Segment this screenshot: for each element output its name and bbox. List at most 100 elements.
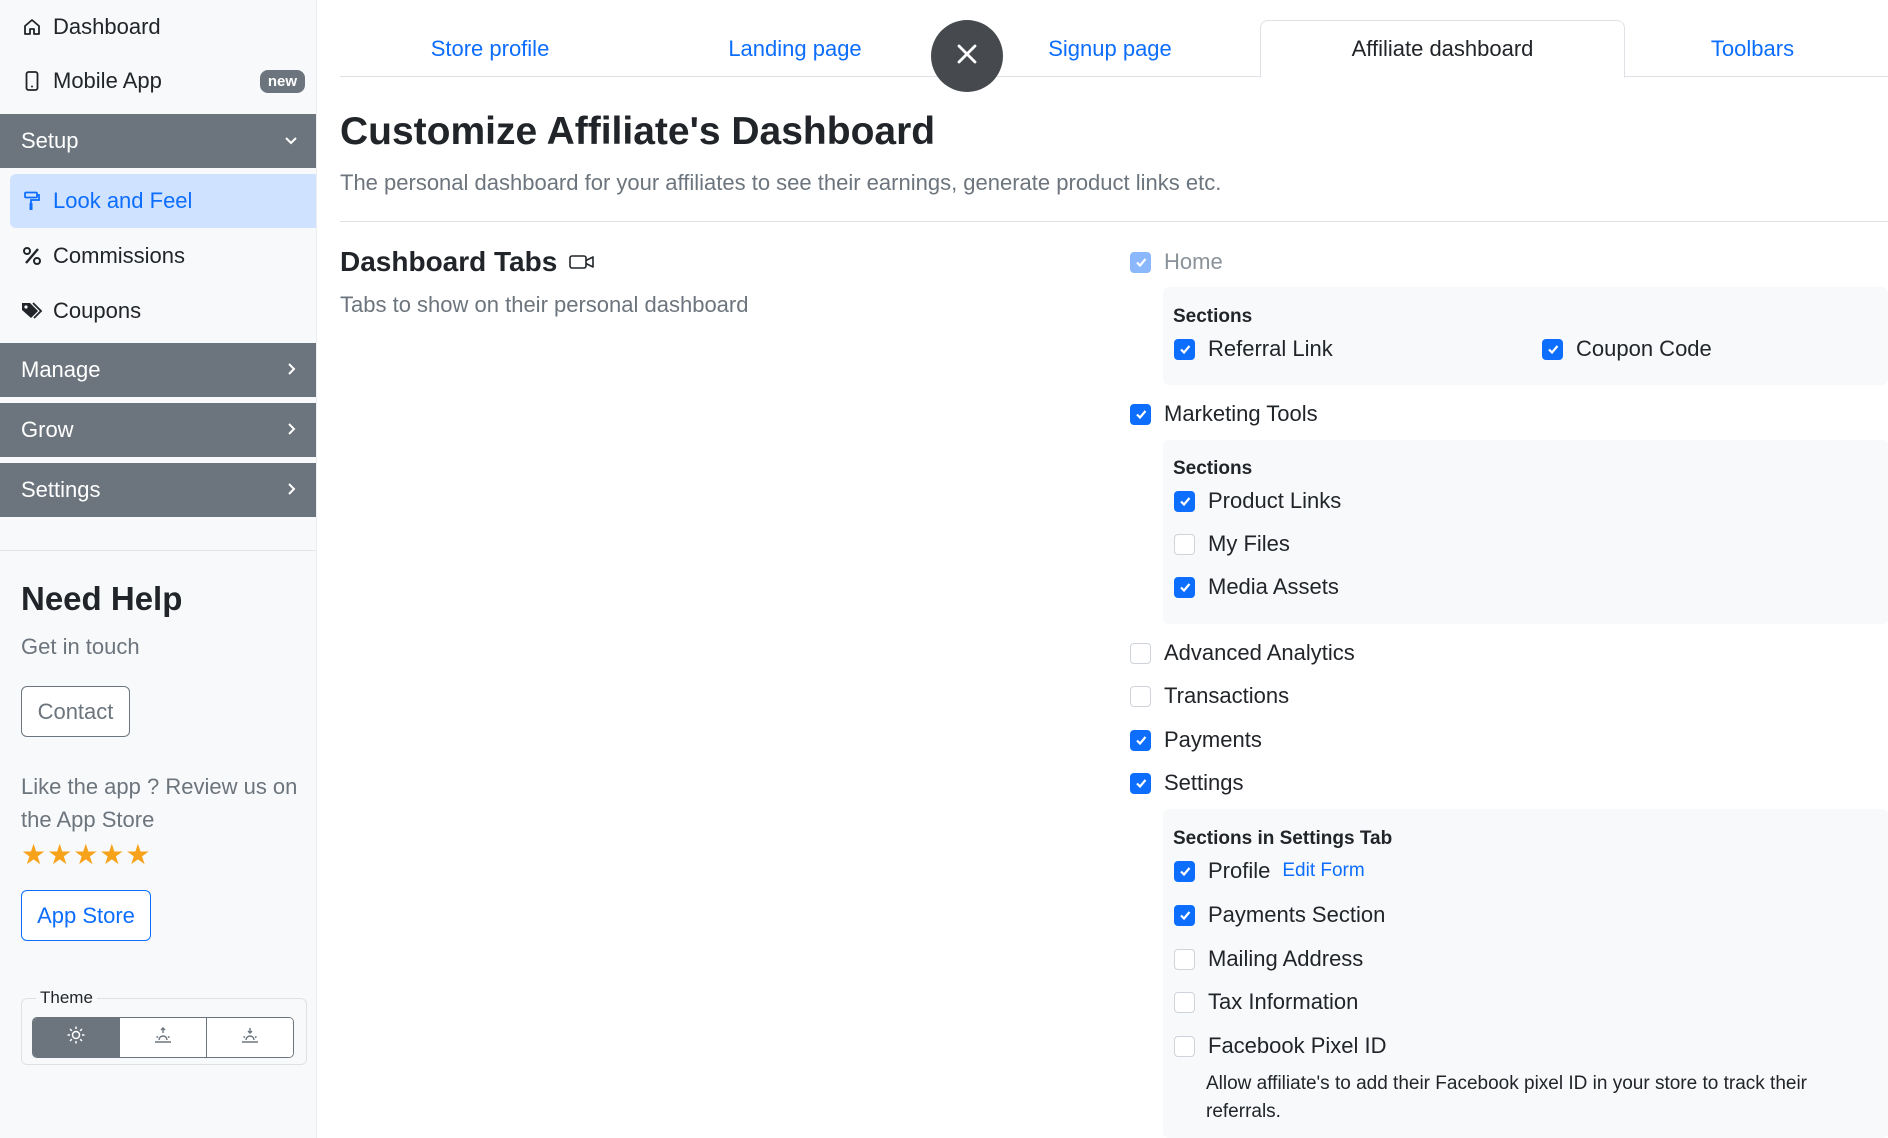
facebook-pixel-help-text: Allow affiliate's to add their Facebook … xyxy=(1206,1073,1808,1122)
my-files-checkbox[interactable]: My Files xyxy=(1174,531,1290,557)
transactions-checkbox[interactable]: Transactions xyxy=(1130,683,1289,709)
my-files-label: My Files xyxy=(1208,531,1290,556)
nav-coupons[interactable]: Coupons xyxy=(10,284,316,338)
checkbox-unchecked[interactable] xyxy=(1174,1035,1195,1057)
coupon-code-label: Coupon Code xyxy=(1576,336,1712,361)
advanced-analytics-label: Advanced Analytics xyxy=(1164,640,1355,665)
nav-dashboard-label: Dashboard xyxy=(53,14,161,39)
profile-checkbox[interactable]: Profile Edit Form xyxy=(1174,858,1365,884)
checkbox-unchecked[interactable] xyxy=(1130,642,1151,664)
advanced-analytics-checkbox[interactable]: Advanced Analytics xyxy=(1130,640,1355,666)
chevron-right-icon xyxy=(281,359,301,379)
checkbox-unchecked[interactable] xyxy=(1174,948,1195,970)
mailing-address-checkbox[interactable]: Mailing Address xyxy=(1174,946,1363,972)
nav-mobile-app[interactable]: Mobile App new xyxy=(0,60,316,102)
media-assets-label: Media Assets xyxy=(1208,574,1339,599)
section-description: Tabs to show on their personal dashboard xyxy=(340,292,749,317)
checkbox-disabled xyxy=(1130,251,1151,273)
referral-link-label: Referral Link xyxy=(1208,336,1333,361)
sidebar: Dashboard Mobile App new Setup Look and … xyxy=(0,0,317,1138)
payments-section-checkbox[interactable]: Payments Section xyxy=(1174,902,1385,928)
transactions-label: Transactions xyxy=(1164,683,1290,708)
checkbox-checked[interactable] xyxy=(1174,860,1195,882)
header-divider xyxy=(340,221,1888,222)
tax-information-label: Tax Information xyxy=(1208,989,1359,1014)
tab-affiliate-dashboard[interactable]: Affiliate dashboard xyxy=(1260,20,1625,78)
settings-label: Settings xyxy=(21,477,101,502)
tab-signup-page[interactable]: Signup page xyxy=(960,20,1260,77)
home-tab-label: Home xyxy=(1164,249,1223,274)
nav-dashboard[interactable]: Dashboard xyxy=(0,6,316,48)
checkbox-checked[interactable] xyxy=(1130,729,1151,751)
payments-checkbox[interactable]: Payments xyxy=(1130,727,1262,753)
facebook-pixel-checkbox[interactable]: Facebook Pixel ID xyxy=(1174,1033,1387,1059)
settings-sections-heading: Sections in Settings Tab xyxy=(1173,828,1393,849)
nav-commissions-label: Commissions xyxy=(53,243,186,268)
checkbox-checked[interactable] xyxy=(1130,772,1151,794)
close-button[interactable] xyxy=(931,20,1003,92)
sunrise-icon xyxy=(153,1025,173,1050)
theme-switcher xyxy=(32,1017,294,1058)
tab-toolbars[interactable]: Toolbars xyxy=(1630,20,1875,77)
percent-icon xyxy=(21,245,43,267)
nav-section-manage[interactable]: Manage xyxy=(0,343,316,397)
setup-label: Setup xyxy=(21,128,79,153)
profile-label: Profile xyxy=(1208,858,1271,883)
checkbox-unchecked[interactable] xyxy=(1130,685,1151,707)
sunset-icon xyxy=(240,1025,260,1050)
tab-landing-page[interactable]: Landing page xyxy=(640,20,950,77)
nav-mobile-app-label: Mobile App xyxy=(53,68,162,93)
tax-information-checkbox[interactable]: Tax Information xyxy=(1174,989,1358,1015)
coupon-code-checkbox[interactable]: Coupon Code xyxy=(1542,336,1712,362)
marketing-tools-label: Marketing Tools xyxy=(1164,401,1318,426)
checkbox-checked[interactable] xyxy=(1130,403,1151,425)
edit-form-link[interactable]: Edit Form xyxy=(1282,860,1364,882)
settings-checkbox[interactable]: Settings xyxy=(1130,770,1244,796)
settings-tab-label: Settings xyxy=(1164,770,1244,795)
product-links-checkbox[interactable]: Product Links xyxy=(1174,488,1341,514)
settings-tabs: Store profile Landing page Signup page A… xyxy=(340,20,1888,78)
theme-sunset-button[interactable] xyxy=(207,1018,293,1057)
chevron-right-icon xyxy=(281,479,301,499)
sidebar-divider xyxy=(0,550,316,551)
nav-section-setup[interactable]: Setup xyxy=(0,114,316,168)
checkbox-checked[interactable] xyxy=(1174,490,1195,512)
home-tab-checkbox: Home xyxy=(1130,249,1223,275)
app-store-button[interactable]: App Store xyxy=(21,890,151,941)
checkbox-checked[interactable] xyxy=(1174,338,1195,360)
media-assets-checkbox[interactable]: Media Assets xyxy=(1174,574,1339,600)
mailing-address-label: Mailing Address xyxy=(1208,946,1364,971)
nav-commissions[interactable]: Commissions xyxy=(10,229,316,283)
theme-sunrise-button[interactable] xyxy=(120,1018,207,1057)
paint-roller-icon xyxy=(21,190,43,212)
referral-link-checkbox[interactable]: Referral Link xyxy=(1174,336,1333,362)
checkbox-checked[interactable] xyxy=(1174,576,1195,598)
sun-icon xyxy=(66,1025,86,1050)
new-badge: new xyxy=(259,69,305,93)
payments-section-label: Payments Section xyxy=(1208,902,1386,927)
home-sections-heading: Sections xyxy=(1173,306,1253,327)
chevron-right-icon xyxy=(281,419,301,439)
checkbox-checked[interactable] xyxy=(1542,338,1563,360)
marketing-tools-checkbox[interactable]: Marketing Tools xyxy=(1130,401,1318,427)
close-icon xyxy=(954,41,980,72)
page-title: Customize Affiliate's Dashboard xyxy=(340,110,936,153)
chevron-down-icon xyxy=(281,130,301,150)
help-subtitle: Get in touch xyxy=(21,634,140,659)
phone-icon xyxy=(21,70,43,92)
theme-light-button[interactable] xyxy=(33,1018,120,1057)
checkbox-unchecked[interactable] xyxy=(1174,533,1195,555)
nav-look-and-feel[interactable]: Look and Feel xyxy=(10,174,316,228)
checkbox-checked[interactable] xyxy=(1174,904,1195,926)
nav-section-grow[interactable]: Grow xyxy=(0,403,316,457)
section-title: Dashboard Tabs xyxy=(340,246,595,278)
contact-button[interactable]: Contact xyxy=(21,686,130,737)
nav-look-and-feel-label: Look and Feel xyxy=(53,188,193,213)
video-camera-icon[interactable] xyxy=(569,253,595,271)
checkbox-unchecked[interactable] xyxy=(1174,991,1195,1013)
page-description: The personal dashboard for your affiliat… xyxy=(340,170,1222,195)
section-title-text: Dashboard Tabs xyxy=(340,246,558,277)
nav-section-settings[interactable]: Settings xyxy=(0,463,316,517)
tab-store-profile[interactable]: Store profile xyxy=(340,20,640,77)
star-rating: ★★★★★ xyxy=(21,839,152,870)
